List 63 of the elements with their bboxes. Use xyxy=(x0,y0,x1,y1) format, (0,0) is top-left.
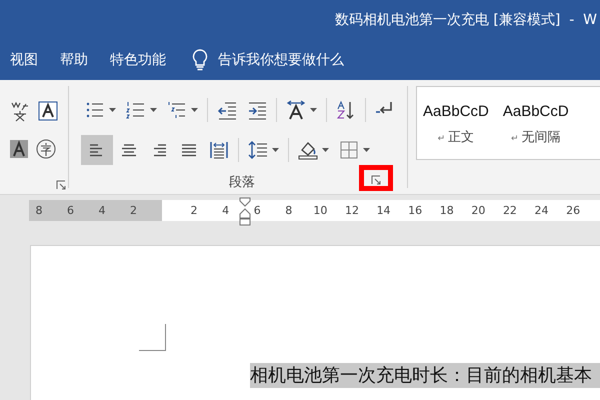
ruler-number: 6 xyxy=(66,203,75,219)
paragraph-mark: ↵ xyxy=(511,134,519,144)
numbered-list-icon xyxy=(126,100,146,120)
group-label: 段落 xyxy=(229,174,255,191)
style-sample: AaBbCcD xyxy=(502,103,569,120)
phonetic-guide-icon xyxy=(10,100,30,122)
caret-icon xyxy=(109,108,116,112)
shaded-letter-icon xyxy=(10,140,28,158)
caret-icon xyxy=(310,108,317,112)
ruler-number: 22 xyxy=(502,203,518,219)
ruler-number: 20 xyxy=(470,203,486,219)
ruler-number: 4 xyxy=(98,203,106,219)
margin-corner-mark xyxy=(139,324,166,351)
indent-marker-drawing[interactable] xyxy=(239,197,251,227)
character-shading-button[interactable] xyxy=(8,138,30,160)
caret-icon xyxy=(150,108,157,112)
ruler-number: 16 xyxy=(407,203,424,219)
bullet-list-icon xyxy=(85,100,105,120)
paragraph-mark: ↵ xyxy=(438,134,446,144)
ruler-number: 6 xyxy=(252,203,262,219)
lightbulb-icon xyxy=(192,49,208,71)
ruler-number: 24 xyxy=(534,203,550,219)
caret-icon xyxy=(322,148,329,152)
circled-character-icon xyxy=(36,139,56,159)
ribbon-tab[interactable]: 特色功能 xyxy=(110,51,166,69)
distributed-align-icon xyxy=(209,140,229,160)
sort-icon xyxy=(336,100,356,120)
multilevel-list-icon xyxy=(167,100,187,120)
dialog-launcher-icon[interactable] xyxy=(56,180,66,190)
paint-bucket-icon xyxy=(298,140,318,160)
ruler-number: 26 xyxy=(565,203,582,219)
ruler-number: 8 xyxy=(34,203,44,219)
style-item[interactable]: AaBbCcD ↵ 正文 xyxy=(423,103,489,159)
style-sample: AaBbCcD xyxy=(423,103,489,120)
style-item[interactable]: AaBbCcD ↵ 无间隔 xyxy=(502,103,569,159)
ruler-number: 10 xyxy=(312,203,328,219)
line-spacing-icon xyxy=(248,140,268,160)
letter-a-arrows-icon xyxy=(286,100,306,120)
character-border-button[interactable] xyxy=(36,99,60,123)
caret-icon xyxy=(272,148,279,152)
decrease-indent-icon xyxy=(217,100,237,120)
ruler-number: 2 xyxy=(190,203,198,219)
borders-icon xyxy=(339,140,359,160)
increase-indent-icon xyxy=(247,100,267,120)
ruler-number: 18 xyxy=(438,203,455,219)
dialog-launcher-icon[interactable] xyxy=(371,175,381,185)
window-title: 数码相机电池第一次充电 [兼容模式] - W xyxy=(334,11,597,29)
caret-icon xyxy=(363,148,370,152)
ruler-number: 2 xyxy=(129,203,138,219)
tell-me-field[interactable]: 告诉我你想要做什么 xyxy=(192,49,378,71)
caret-icon xyxy=(191,108,198,112)
bordered-letter-icon xyxy=(38,101,58,121)
selected-text: 相机电池第一次充电时长：目前的相机基本 xyxy=(250,363,600,388)
ruler-number: 8 xyxy=(284,203,294,219)
ribbon-tab[interactable]: 视图 xyxy=(10,51,38,69)
style-name: 正文 xyxy=(448,129,474,146)
align-left-button[interactable] xyxy=(81,135,113,165)
ruler-number: 4 xyxy=(221,203,230,219)
enclose-characters-button[interactable] xyxy=(34,137,58,161)
ruler-number: 12 xyxy=(344,203,360,219)
ribbon-tab[interactable]: 帮助 xyxy=(60,51,88,69)
ruler-number: 14 xyxy=(376,203,392,219)
style-name: 无间隔 xyxy=(522,129,561,146)
